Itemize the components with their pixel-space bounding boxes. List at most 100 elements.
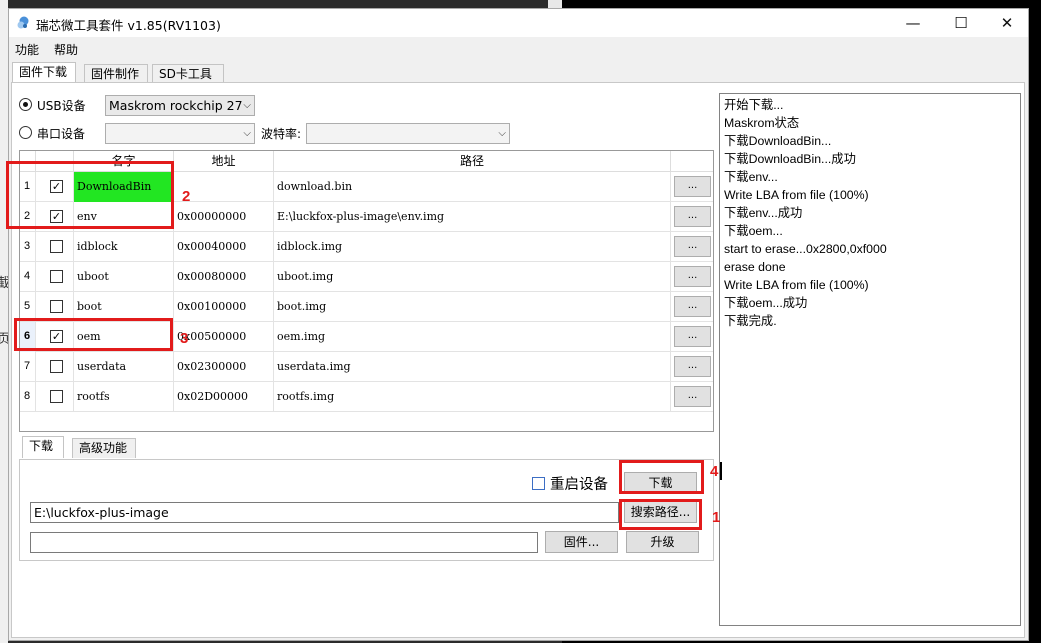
chevron-down-icon: ⌵ <box>243 100 251 111</box>
row-checkbox[interactable] <box>50 390 63 403</box>
background-window-edge: 截 页 <box>0 0 10 643</box>
annotation-label-1: 1 <box>712 509 721 526</box>
row-browse-button[interactable]: ... <box>674 296 711 317</box>
upgrade-button[interactable]: 升级 <box>626 531 699 553</box>
row-number: 4 <box>20 262 36 292</box>
tab-firmware-make[interactable]: 固件制作 <box>84 64 148 84</box>
maximize-button[interactable]: ☐ <box>938 9 984 37</box>
minimize-button[interactable]: — <box>890 9 936 37</box>
row-check-cell <box>36 262 74 292</box>
row-number: 3 <box>20 232 36 262</box>
log-line: 开始下载... <box>724 98 784 112</box>
close-button[interactable]: ✕ <box>984 9 1030 37</box>
annotation-box-row-6 <box>14 318 173 351</box>
row-number: 8 <box>20 382 36 412</box>
log-line: Maskrom状态 <box>724 116 800 130</box>
row-address[interactable]: 0x02D00000 <box>174 382 274 412</box>
header-path: 路径 <box>274 151 671 172</box>
log-output[interactable]: 开始下载... Maskrom状态下载DownloadBin... 下载Downlo… <box>719 93 1021 626</box>
table-row[interactable]: 7 userdata 0x02300000 userdata.img... <box>20 352 713 382</box>
header-action <box>671 151 713 172</box>
window-title: 瑞芯微工具套件 v1.85(RV1103) <box>36 18 221 33</box>
subtab-download[interactable]: 下载 <box>22 436 64 458</box>
usb-device-label: USB设备 <box>37 99 86 113</box>
row-checkbox[interactable] <box>50 300 63 313</box>
row-checkbox[interactable] <box>50 360 63 373</box>
log-line: 下载env... <box>724 170 778 184</box>
annotation-label-3: 3 <box>180 330 189 347</box>
title-bar[interactable]: 瑞芯微工具套件 v1.85(RV1103) — ☐ ✕ <box>9 9 1028 37</box>
log-line: 下载完成. <box>724 314 777 328</box>
log-line: 下载oem...成功 <box>724 296 808 310</box>
row-path[interactable]: download.bin <box>274 172 671 202</box>
row-path[interactable]: rootfs.img <box>274 382 671 412</box>
row-checkbox[interactable] <box>50 270 63 283</box>
row-check-cell <box>36 382 74 412</box>
log-line: 下载env...成功 <box>724 206 803 220</box>
tab-sd-tool[interactable]: SD卡工具 <box>152 64 224 84</box>
background-strip <box>548 0 562 8</box>
usb-device-radio[interactable] <box>19 98 32 111</box>
row-checkbox[interactable] <box>50 240 63 253</box>
row-address[interactable]: 0x00040000 <box>174 232 274 262</box>
restart-device-label: 重启设备 <box>550 477 608 493</box>
row-address[interactable]: 0x00500000 <box>174 322 274 352</box>
firmware-path-field[interactable]: E:\luckfox-plus-image <box>30 502 619 523</box>
row-name: idblock <box>74 232 174 262</box>
table-row[interactable]: 8 rootfs 0x02D00000 rootfs.img... <box>20 382 713 412</box>
log-line: erase done <box>724 260 786 274</box>
row-name: rootfs <box>74 382 174 412</box>
row-address[interactable]: 0x00000000 <box>174 202 274 232</box>
row-name: uboot <box>74 262 174 292</box>
row-path[interactable]: boot.img <box>274 292 671 322</box>
log-line: Write LBA from file (100%) <box>724 278 869 292</box>
menu-function[interactable]: 功能 <box>15 41 39 58</box>
serial-device-label: 串口设备 <box>37 127 86 141</box>
annotation-box-download <box>619 460 704 494</box>
row-check-cell <box>36 232 74 262</box>
row-browse-button[interactable]: ... <box>674 176 711 197</box>
download-subpanel: 重启设备 下载 E:\luckfox-plus-image 搜索路径... 固件… <box>19 459 714 561</box>
usb-device-value: Maskrom rockchip 27 <box>109 98 243 113</box>
annotation-label-2: 2 <box>182 188 191 205</box>
annotation-label-4: 4 <box>710 463 719 480</box>
baud-rate-combo[interactable]: ⌵ <box>306 123 510 144</box>
row-browse-button[interactable]: ... <box>674 386 711 407</box>
log-line: Write LBA from file (100%) <box>724 188 869 202</box>
restart-device-checkbox[interactable] <box>532 477 545 490</box>
row-browse-button[interactable]: ... <box>674 326 711 347</box>
log-line: 下载oem... <box>724 224 783 238</box>
row-path[interactable]: uboot.img <box>274 262 671 292</box>
menu-bar: 功能 帮助 <box>9 39 1028 59</box>
row-browse-button[interactable]: ... <box>674 236 711 257</box>
menu-help[interactable]: 帮助 <box>54 41 78 58</box>
log-line: start to erase...0x2800,0xf000 <box>724 242 887 256</box>
usb-device-combo[interactable]: Maskrom rockchip 27 ⌵ <box>105 95 255 116</box>
row-browse-button[interactable]: ... <box>674 356 711 377</box>
row-browse-button[interactable]: ... <box>674 206 711 227</box>
subtab-advanced[interactable]: 高级功能 <box>72 438 136 458</box>
table-row[interactable]: 3 idblock 0x00040000 idblock.img... <box>20 232 713 262</box>
annotation-box-rows-1-2 <box>6 161 174 229</box>
row-path[interactable]: E:\luckfox-plus-image\env.img <box>274 202 671 232</box>
table-row[interactable]: 4 uboot 0x00080000 uboot.img... <box>20 262 713 292</box>
header-address: 地址 <box>174 151 274 172</box>
tab-firmware-download[interactable]: 固件下载 <box>12 62 76 84</box>
row-address[interactable]: 0x02300000 <box>174 352 274 382</box>
row-browse-button[interactable]: ... <box>674 266 711 287</box>
annotation-box-search-path <box>619 499 702 530</box>
serial-device-combo[interactable]: ⌵ <box>105 123 255 144</box>
row-number: 7 <box>20 352 36 382</box>
serial-device-radio[interactable] <box>19 126 32 139</box>
log-line: 下载DownloadBin... <box>724 134 832 148</box>
row-path[interactable]: idblock.img <box>274 232 671 262</box>
firmware-button[interactable]: 固件... <box>545 531 618 553</box>
text-cursor <box>720 462 722 480</box>
row-check-cell <box>36 352 74 382</box>
log-line: 下载DownloadBin...成功 <box>724 152 856 166</box>
row-address[interactable]: 0x00100000 <box>174 292 274 322</box>
row-path[interactable]: oem.img <box>274 322 671 352</box>
row-path[interactable]: userdata.img <box>274 352 671 382</box>
row-address[interactable]: 0x00080000 <box>174 262 274 292</box>
firmware-file-field[interactable] <box>30 532 538 553</box>
